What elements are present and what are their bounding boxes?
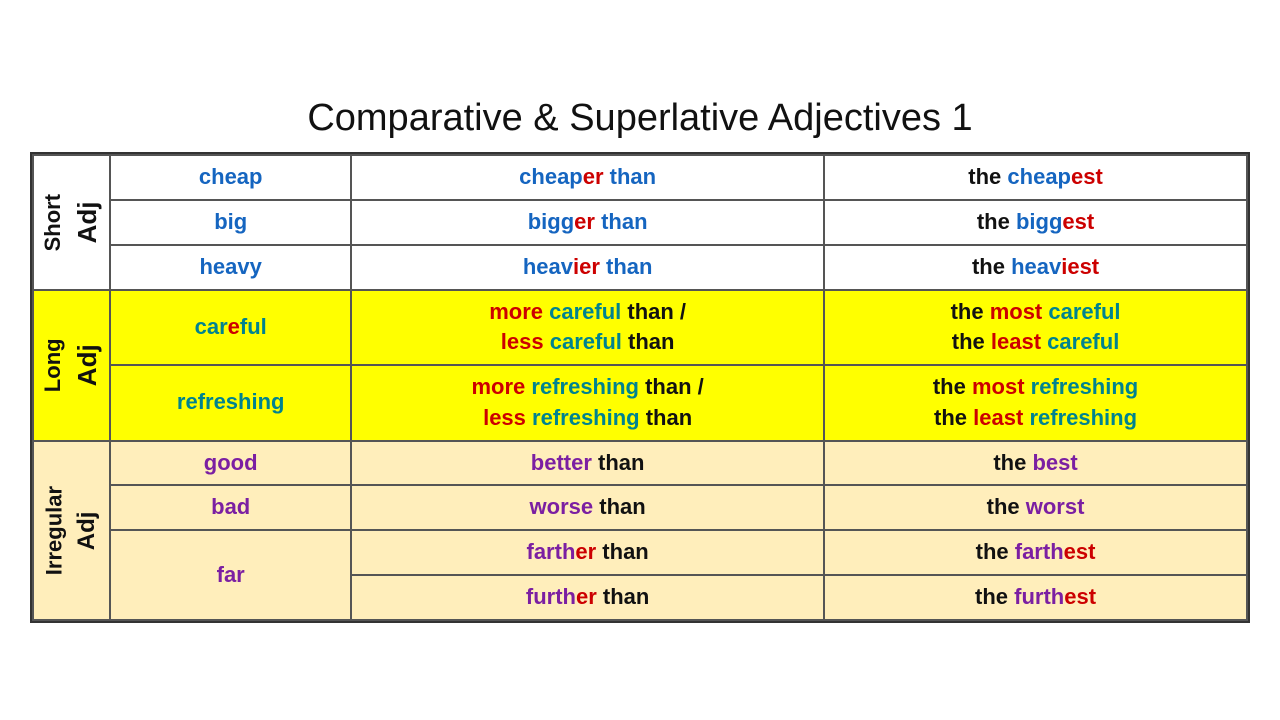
- comp-heavy: heavier than: [351, 245, 824, 290]
- super-big: the biggest: [824, 200, 1247, 245]
- irregular-adj-header: IrregularAdj: [33, 441, 110, 620]
- super-refreshing: the most refreshing the least refreshing: [824, 365, 1247, 441]
- comp-big: bigger than: [351, 200, 824, 245]
- comp-refreshing: more refreshing than / less refreshing t…: [351, 365, 824, 441]
- super-good: the best: [824, 441, 1247, 486]
- comp-good: better than: [351, 441, 824, 486]
- comp-cheap: cheaper than: [351, 155, 824, 200]
- base-careful: careful: [110, 290, 351, 366]
- base-big: big: [110, 200, 351, 245]
- base-bad: bad: [110, 485, 351, 530]
- comp-farther: farther than: [351, 530, 824, 575]
- comp-further: further than: [351, 575, 824, 620]
- main-table: ShortAdj cheap cheaper than the cheapest…: [30, 152, 1250, 623]
- base-cheap: cheap: [110, 155, 351, 200]
- super-careful: the most careful the least careful: [824, 290, 1247, 366]
- super-farthest: the farthest: [824, 530, 1247, 575]
- long-adj-header: LongAdj: [33, 290, 110, 441]
- base-refreshing: refreshing: [110, 365, 351, 441]
- comp-careful: more careful than / less careful than: [351, 290, 824, 366]
- short-adj-header: ShortAdj: [33, 155, 110, 289]
- base-far: far: [110, 530, 351, 620]
- super-heavy: the heaviest: [824, 245, 1247, 290]
- comp-bad: worse than: [351, 485, 824, 530]
- base-heavy: heavy: [110, 245, 351, 290]
- page-title: Comparative & Superlative Adjectives 1: [307, 97, 972, 140]
- super-furthest: the furthest: [824, 575, 1247, 620]
- super-bad: the worst: [824, 485, 1247, 530]
- base-good: good: [110, 441, 351, 486]
- super-cheap: the cheapest: [824, 155, 1247, 200]
